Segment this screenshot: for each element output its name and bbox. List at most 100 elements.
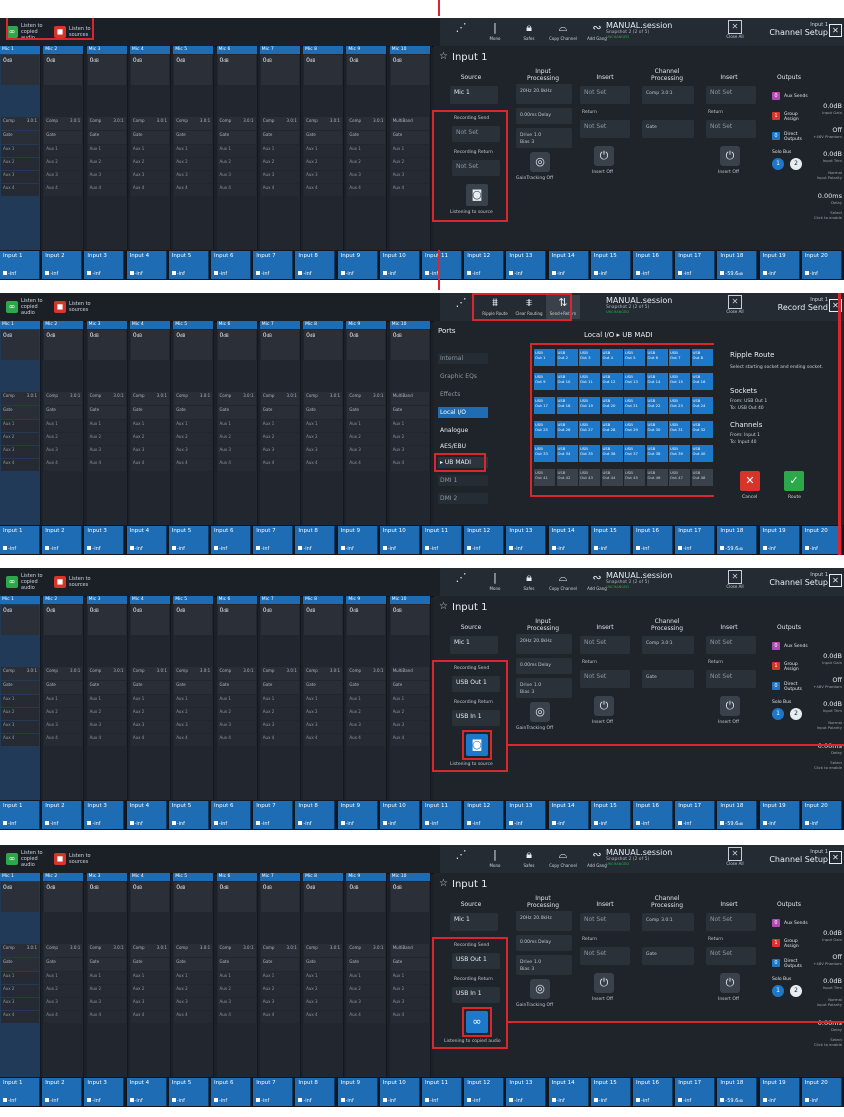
solo-bus-2[interactable]: 2 xyxy=(790,158,802,170)
strip-aux[interactable]: Aux 1 xyxy=(304,695,343,707)
channel-button[interactable]: Input 19 -inf xyxy=(759,801,800,829)
channel-button[interactable]: Input 19 -inf xyxy=(759,1078,800,1106)
strip-aux[interactable]: Aux 4 xyxy=(130,184,169,196)
strip-comp[interactable]: Comp 3.0:1 xyxy=(174,117,213,130)
strip-aux[interactable]: Aux 2 xyxy=(174,708,213,720)
strip-aux[interactable]: Aux 3 xyxy=(130,721,169,733)
strip-comp[interactable]: Comp 3.0:1 xyxy=(174,667,213,680)
channel-button[interactable]: Input 20 -inf xyxy=(801,526,842,554)
gain-tracking-icon[interactable]: ◎ xyxy=(530,702,550,722)
channel-button[interactable]: Input 7 -inf xyxy=(253,526,294,554)
mixer-strip[interactable]: Mic 2 0dB Comp 3.0:1 Gate Aux 1 Aux 2 Aux 3 Aux … xyxy=(43,321,85,525)
strip-aux[interactable]: Aux 1 xyxy=(130,972,169,984)
strip-aux[interactable]: Aux 2 xyxy=(44,433,83,445)
strip-gate[interactable]: Gate xyxy=(260,681,299,694)
strip-comp[interactable]: Comp 3.0:1 xyxy=(130,117,169,130)
port-graphic-eqs[interactable]: Graphic EQs xyxy=(438,371,488,382)
direct-outputs-chip[interactable]: 0 xyxy=(772,959,780,967)
channel-button[interactable]: Input 11 -inf xyxy=(422,526,462,554)
strip-aux[interactable]: Aux 2 xyxy=(260,708,299,720)
channel-button[interactable]: Input 15 -inf xyxy=(590,801,631,829)
channel-button[interactable]: Input 4 -inf xyxy=(126,526,167,554)
channel-button[interactable]: Input 16 -inf xyxy=(633,526,673,554)
insert-b-power-icon[interactable]: ⏻ xyxy=(720,696,740,716)
strip-gain[interactable]: 0dB xyxy=(1,55,39,85)
mixer-strip[interactable]: Mic 8 0dB Comp 3.0:1 Gate Aux 1 Aux 2 Aux 3 Aux … xyxy=(303,873,345,1077)
strip-aux[interactable]: Aux 2 xyxy=(44,985,83,997)
gate-block[interactable]: Gate xyxy=(642,947,694,965)
strip-aux[interactable]: Aux 1 xyxy=(44,145,83,157)
strip-aux[interactable]: Aux 1 xyxy=(44,972,83,984)
strip-aux[interactable]: Aux 3 xyxy=(304,171,343,183)
strip-aux[interactable]: Aux 1 xyxy=(390,145,429,157)
mixer-strip[interactable]: Mic 5 0dB Comp 3.0:1 Gate Aux 1 Aux 2 Aux 3 Aux … xyxy=(173,321,215,525)
strip-aux[interactable]: Aux 2 xyxy=(174,433,213,445)
mixer-strip[interactable]: Mic 9 0dB Comp 3.0:1 Gate Aux 1 Aux 2 Aux 3 Aux … xyxy=(346,873,388,1077)
mixer-strip[interactable]: Mic 10 0dB MultiBand Gate Aux 1 Aux 2 Aux 3 Aux… xyxy=(389,596,431,800)
strip-aux[interactable]: Aux 2 xyxy=(217,985,256,997)
strip-gain[interactable]: 0dB xyxy=(390,605,429,635)
channel-button[interactable]: Input 3 -inf xyxy=(84,801,125,829)
channel-button[interactable]: Input 20 -inf xyxy=(801,1078,842,1106)
star-icon[interactable]: ☆ xyxy=(439,601,448,612)
strip-comp[interactable]: Comp 3.0:1 xyxy=(130,944,169,957)
channel-button[interactable]: Input 5 -inf xyxy=(168,526,209,554)
channel-button[interactable]: Input 11 -inf xyxy=(422,251,462,279)
channel-button[interactable]: Input 10 -inf xyxy=(379,801,420,829)
copy-channel-button[interactable]: ⌓ Copy Channel xyxy=(546,847,580,871)
insert-a-select[interactable]: Not Set xyxy=(580,913,630,931)
strip-comp[interactable]: Comp 3.0:1 xyxy=(1,667,39,680)
strip-aux[interactable]: Aux 3 xyxy=(174,446,213,458)
strip-gate[interactable]: Gate xyxy=(347,681,386,694)
click-enable[interactable]: Select Click to enable xyxy=(814,1037,842,1047)
group-assign-chip[interactable]: 1 xyxy=(772,112,780,120)
strip-gate[interactable]: Gate xyxy=(130,131,169,144)
mixer-strip[interactable]: Mic 1 0dB Comp 3.0:1 Gate Aux 1 Aux 2 Aux 3 Aux … xyxy=(0,873,41,1077)
strip-aux[interactable]: Aux 4 xyxy=(217,734,256,746)
mixer-strip[interactable]: Mic 3 0dB Comp 3.0:1 Gate Aux 1 Aux 2 Aux 3 Aux … xyxy=(86,596,128,800)
strip-aux[interactable]: Aux 4 xyxy=(87,184,126,196)
channel-button[interactable]: Input 13 -inf xyxy=(506,801,547,829)
strip-comp[interactable]: Comp 3.0:1 xyxy=(44,944,83,957)
channel-button[interactable]: Input 18 -59.6dB xyxy=(717,251,758,279)
strip-gain[interactable]: 0dB xyxy=(130,55,169,85)
source-select[interactable]: Mic 1 xyxy=(450,86,498,104)
insert-b-return[interactable]: Not Set xyxy=(706,670,756,688)
channel-button[interactable]: Input 1 -inf xyxy=(0,801,40,829)
gain-tracking-icon[interactable]: ◎ xyxy=(530,152,550,172)
strip-gate[interactable]: Gate xyxy=(44,131,83,144)
channel-button[interactable]: Input 2 -inf xyxy=(42,251,83,279)
strip-aux[interactable]: Aux 2 xyxy=(87,708,126,720)
channel-button[interactable]: Input 6 -inf xyxy=(211,251,251,279)
strip-aux[interactable]: Aux 4 xyxy=(390,459,429,471)
gate-block[interactable]: Gate xyxy=(642,670,694,688)
channel-button[interactable]: Input 14 -inf xyxy=(548,801,589,829)
strip-aux[interactable]: Aux 2 xyxy=(390,708,429,720)
routing-icon[interactable]: ⋰ xyxy=(444,20,478,44)
strip-gate[interactable]: Gate xyxy=(304,131,343,144)
strip-gate[interactable]: Gate xyxy=(260,131,299,144)
strip-aux[interactable]: Aux 1 xyxy=(130,145,169,157)
strip-gate[interactable]: Gate xyxy=(217,131,256,144)
strip-gate[interactable]: Gate xyxy=(87,681,126,694)
strip-aux[interactable]: Aux 2 xyxy=(260,158,299,170)
strip-gate[interactable]: Gate xyxy=(130,958,169,971)
channel-button[interactable]: Input 16 -inf xyxy=(633,1078,673,1106)
strip-aux[interactable]: Aux 3 xyxy=(390,446,429,458)
strip-aux[interactable]: Aux 4 xyxy=(1,1011,39,1023)
strip-gate[interactable]: Gate xyxy=(174,681,213,694)
aux-sends-chip[interactable]: 0 xyxy=(772,92,780,100)
channel-button[interactable]: Input 3 -inf xyxy=(84,526,125,554)
click-enable[interactable]: Select Click to enable xyxy=(814,210,842,220)
strip-aux[interactable]: Aux 4 xyxy=(217,1011,256,1023)
strip-gate[interactable]: Gate xyxy=(260,958,299,971)
strip-aux[interactable]: Aux 1 xyxy=(347,420,386,432)
strip-gain[interactable]: 0dB xyxy=(1,882,39,912)
strip-gain[interactable]: 0dB xyxy=(174,605,213,635)
strip-aux[interactable]: Aux 1 xyxy=(217,972,256,984)
strip-aux[interactable]: Aux 1 xyxy=(304,972,343,984)
strip-aux[interactable]: Aux 1 xyxy=(87,972,126,984)
channel-button[interactable]: Input 17 -inf xyxy=(675,801,716,829)
strip-aux[interactable]: Aux 4 xyxy=(1,459,39,471)
gate-block[interactable]: Gate xyxy=(642,120,694,138)
